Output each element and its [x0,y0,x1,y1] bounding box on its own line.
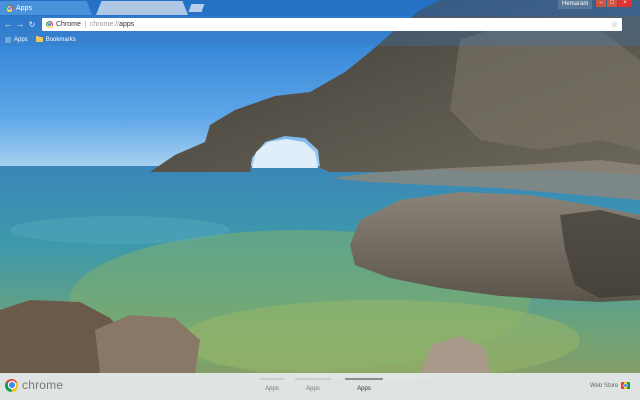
omnibox-chip-label: Chrome [56,21,81,28]
close-button[interactable]: × [618,0,632,7]
wallpaper-sea-arch [0,0,640,400]
page-switcher-3[interactable]: Apps [343,373,385,400]
tab-inactive[interactable] [96,1,188,15]
bookmark-apps[interactable]: Apps [5,36,28,43]
bookmark-label: Apps [14,36,28,43]
reload-icon[interactable]: ↻ [26,19,38,30]
web-store-label: Web Store [590,382,619,389]
tab-label: Apps [16,4,32,12]
bookmark-folder[interactable]: Bookmarks [35,36,76,43]
tab-apps[interactable]: Apps [0,1,92,15]
web-store-link[interactable]: Web Store [590,382,631,389]
toolbar: ← → ↻ Chrome chrome:// apps ☆ [0,16,640,33]
maximize-button[interactable]: □ [607,0,617,7]
web-store-icon [621,382,631,389]
sea-ripple [10,216,230,244]
back-arrow-icon[interactable]: ← [2,19,14,30]
shallow-water [180,300,580,380]
page-switcher-1[interactable]: Apps [258,373,286,400]
omnibox[interactable]: Chrome chrome:// apps ☆ [42,18,622,31]
bookmarks-bar: Apps Bookmarks [0,33,640,46]
chrome-page-icon [46,21,53,28]
omnibox-chip[interactable]: Chrome [46,21,86,28]
folder-icon [35,36,43,42]
forward-arrow-icon[interactable]: → [14,19,26,30]
chrome-wordmark: chrome [22,378,64,392]
tab-strip: Apps Hemaram – □ × [0,0,640,16]
launcher-bottom-bar: chrome Apps Apps Apps Web Store [0,373,640,400]
apps-tab-icon [6,4,13,12]
bookmark-label: Bookmarks [45,36,76,43]
bookmark-star-icon[interactable]: ☆ [611,20,618,29]
new-tab-button[interactable] [188,4,205,12]
minimize-button[interactable]: – [596,0,606,7]
url-path: apps [119,21,135,28]
chrome-logo-icon [5,378,18,392]
url-scheme: chrome:// [89,21,120,28]
profile-name[interactable]: Hemaram [558,0,593,9]
chrome-brand: chrome [5,378,63,392]
apps-grid-icon [5,36,11,43]
page-switcher-2[interactable]: Apps [293,373,333,400]
